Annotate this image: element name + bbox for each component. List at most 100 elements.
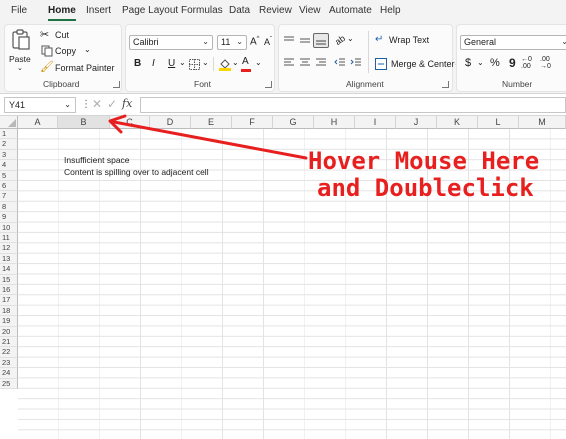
fill-color-dropdown-icon[interactable]: ⌄ — [232, 58, 239, 67]
row-header[interactable]: 3 — [0, 149, 18, 161]
copy-dropdown-icon[interactable]: ⌄ — [84, 45, 91, 54]
row-header[interactable]: 19 — [0, 316, 18, 327]
tab-home[interactable]: Home — [48, 5, 76, 21]
format-painter-button[interactable]: Format Painter — [55, 63, 115, 73]
underline-button[interactable]: U — [168, 58, 175, 69]
column-header-j[interactable]: J — [396, 116, 437, 129]
row-header[interactable]: 1 — [0, 129, 18, 140]
wrap-text-button[interactable]: Wrap Text — [389, 35, 429, 45]
increase-decimal-icon[interactable]: ←0.00 — [521, 56, 532, 70]
clipboard-launcher-icon[interactable] — [113, 81, 120, 88]
tab-formulas[interactable]: Formulas — [181, 5, 223, 16]
row-header[interactable]: 18 — [0, 305, 18, 317]
tab-page-layout[interactable]: Page Layout — [122, 5, 178, 16]
copy-button[interactable]: Copy — [55, 46, 76, 56]
merge-center-button[interactable]: Merge & Center — [391, 59, 455, 69]
cut-button[interactable]: Cut — [55, 30, 69, 40]
select-all-button[interactable] — [0, 116, 18, 129]
orientation-dropdown-icon[interactable]: ⌄ — [347, 34, 354, 43]
column-header-l[interactable]: L — [478, 116, 519, 129]
row-header[interactable]: 13 — [0, 253, 18, 265]
borders-icon[interactable] — [189, 59, 200, 70]
column-header-h[interactable]: H — [314, 116, 355, 129]
tab-help[interactable]: Help — [380, 5, 401, 16]
fill-color-icon[interactable] — [218, 57, 232, 71]
format-painter-icon[interactable]: 🖌 — [40, 60, 54, 73]
underline-dropdown-icon[interactable]: ⌄ — [179, 58, 186, 67]
italic-button[interactable]: I — [152, 58, 155, 69]
tab-insert[interactable]: Insert — [86, 5, 111, 16]
column-header-m[interactable]: M — [519, 116, 566, 129]
row-header[interactable]: 4 — [0, 160, 18, 171]
decrease-indent-icon[interactable] — [334, 58, 346, 68]
more-options-icon[interactable]: ⋮ — [81, 99, 91, 110]
borders-dropdown-icon[interactable]: ⌄ — [202, 58, 209, 67]
worksheet-grid[interactable]: A B C D E F G H I J K L M 1 2 3 4 5 6 7 … — [0, 116, 566, 439]
column-header-e[interactable]: E — [191, 116, 232, 129]
comma-style-button[interactable]: 9 — [509, 56, 516, 70]
row-header[interactable]: 5 — [0, 170, 18, 181]
confirm-entry-icon[interactable]: ✓ — [107, 97, 117, 111]
row-header[interactable]: 2 — [0, 139, 18, 150]
decrease-font-size-button[interactable]: Aˇ — [264, 37, 272, 47]
alignment-launcher-icon[interactable] — [442, 81, 449, 88]
column-header-b[interactable]: B — [58, 116, 110, 129]
row-header[interactable]: 22 — [0, 347, 18, 358]
column-header-d[interactable]: D — [150, 116, 191, 129]
orientation-icon[interactable]: ab — [333, 33, 347, 47]
number-format-combo[interactable]: General ⌄ — [460, 35, 566, 50]
column-header-a[interactable]: A — [18, 116, 58, 129]
increase-indent-icon[interactable] — [350, 58, 362, 68]
percent-button[interactable]: % — [490, 57, 500, 69]
row-header[interactable]: 10 — [0, 222, 18, 233]
font-color-dropdown-icon[interactable]: ⌄ — [255, 58, 262, 67]
bottom-align-button[interactable] — [313, 33, 329, 48]
row-header[interactable]: 7 — [0, 191, 18, 202]
increase-font-size-button[interactable]: A^ — [250, 36, 260, 47]
align-center-icon[interactable] — [299, 58, 311, 68]
font-size-combo[interactable]: 11 ⌄ — [217, 35, 247, 50]
font-name-combo[interactable]: Calibri ⌄ — [129, 35, 213, 50]
cut-icon[interactable]: ✂ — [40, 28, 49, 41]
paste-chevron-icon[interactable]: ⌄ — [17, 64, 23, 72]
wrap-text-icon[interactable]: ↵ — [375, 34, 383, 45]
column-header-f[interactable]: F — [232, 116, 273, 129]
font-launcher-icon[interactable] — [265, 81, 272, 88]
row-header[interactable]: 15 — [0, 274, 18, 285]
row-header[interactable]: 21 — [0, 337, 18, 348]
align-right-icon[interactable] — [315, 58, 327, 68]
column-header-c[interactable]: C — [110, 116, 150, 129]
column-header-g[interactable]: G — [273, 116, 314, 129]
align-left-icon[interactable] — [283, 58, 295, 68]
top-align-icon[interactable] — [283, 36, 295, 46]
row-header[interactable]: 24 — [0, 368, 18, 379]
decrease-decimal-icon[interactable]: .00 →0 — [540, 56, 551, 70]
bold-button[interactable]: B — [134, 58, 141, 69]
cell-b3[interactable]: Insufficient space — [64, 155, 130, 165]
row-header[interactable]: 16 — [0, 285, 18, 296]
currency-button[interactable]: $ — [465, 57, 471, 69]
currency-dropdown-icon[interactable]: ⌄ — [477, 58, 484, 67]
row-header[interactable]: 14 — [0, 264, 18, 275]
tab-review[interactable]: Review — [259, 5, 292, 16]
cell-b4[interactable]: Content is spilling over to adjacent cel… — [64, 167, 209, 177]
row-header[interactable]: 8 — [0, 201, 18, 213]
tab-view[interactable]: View — [299, 5, 321, 16]
formula-input[interactable] — [140, 97, 566, 113]
row-header[interactable]: 6 — [0, 181, 18, 192]
row-header[interactable]: 12 — [0, 243, 18, 254]
copy-icon[interactable] — [41, 45, 53, 57]
middle-align-icon[interactable] — [299, 36, 311, 46]
font-color-button[interactable]: A — [242, 56, 249, 67]
merge-center-icon[interactable] — [375, 58, 387, 70]
cancel-entry-icon[interactable]: ✕ — [92, 97, 102, 111]
column-header-i[interactable]: I — [355, 116, 396, 129]
tab-data[interactable]: Data — [229, 5, 250, 16]
row-header[interactable]: 17 — [0, 295, 18, 306]
row-header[interactable]: 23 — [0, 357, 18, 369]
row-header[interactable]: 25 — [0, 378, 18, 389]
insert-function-button[interactable]: fx — [122, 97, 132, 110]
paste-button[interactable]: Paste ⌄ — [8, 27, 34, 72]
row-header[interactable]: 9 — [0, 212, 18, 223]
row-header[interactable]: 11 — [0, 233, 18, 244]
